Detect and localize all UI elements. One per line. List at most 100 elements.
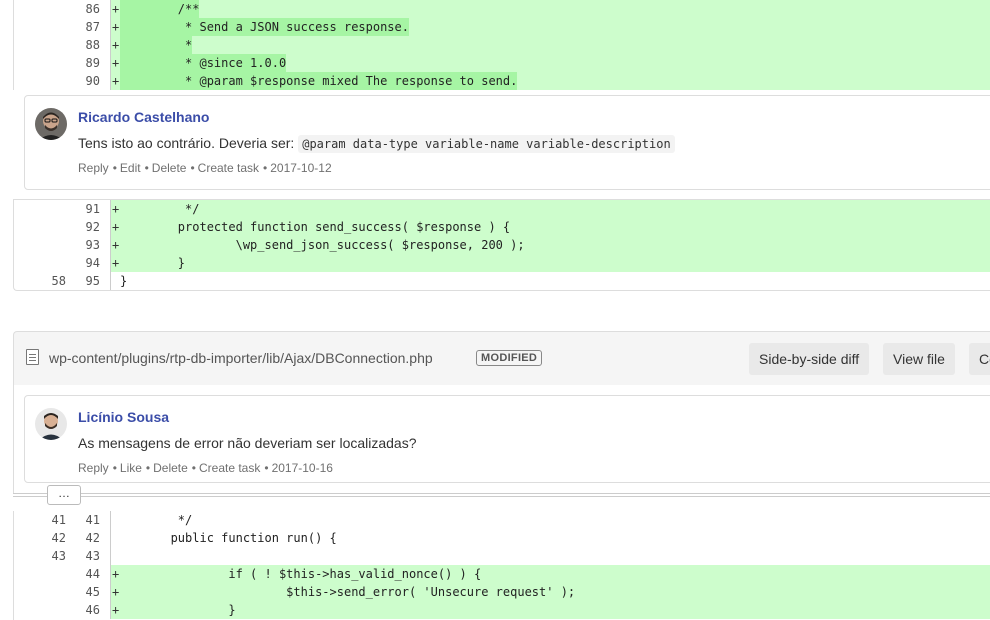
old-line-number[interactable]: 41: [14, 511, 66, 529]
diff-marker: +: [112, 56, 120, 70]
delete-link[interactable]: Delete: [153, 461, 188, 475]
diff-marker: +: [112, 238, 120, 252]
avatar: [35, 408, 67, 440]
gutter-divider: [110, 511, 111, 529]
diff-line: 44 + if ( ! $this->has_valid_nonce() ) {: [14, 565, 990, 583]
file-path[interactable]: wp-content/plugins/rtp-db-importer/lib/A…: [49, 350, 433, 366]
code-text: /**: [120, 0, 200, 18]
comment-date[interactable]: 2017-10-12: [270, 161, 331, 175]
gutter-divider: [110, 54, 111, 72]
modified-badge: MODIFIED: [476, 350, 543, 366]
comment-ricardo: Ricardo Castelhano Tens isto ao contrári…: [24, 95, 990, 190]
comment-body: Tens isto ao contrário. Deveria ser:: [78, 135, 299, 151]
added-line-background: [111, 254, 990, 272]
new-line-number[interactable]: 41: [66, 511, 100, 529]
view-file-button[interactable]: View file: [883, 343, 955, 375]
code-text: protected function send_success( $respon…: [120, 220, 511, 234]
diff-marker: +: [112, 603, 120, 617]
new-line-number[interactable]: 87: [66, 18, 100, 36]
diff-line: 42 42 public function run() {: [14, 529, 990, 547]
gutter-divider: [110, 254, 111, 272]
diff-marker: +: [112, 585, 120, 599]
diff-line: 58 95}: [14, 272, 990, 290]
diff-line: 93 + \wp_send_json_success( $response, 20…: [14, 236, 990, 254]
old-line-number[interactable]: 42: [14, 529, 66, 547]
diff-line: 45 + $this->send_error( 'Unsecure request…: [14, 583, 990, 601]
expand-lines-button[interactable]: …: [47, 485, 81, 505]
old-line-number[interactable]: 58: [14, 272, 66, 290]
new-line-number[interactable]: 45: [66, 583, 100, 601]
comment-text: As mensagens de error não deveriam ser l…: [78, 435, 417, 451]
comment-licinio: Licínio Sousa As mensagens de error não …: [24, 395, 990, 483]
new-line-number[interactable]: 89: [66, 54, 100, 72]
gutter-divider: [110, 0, 111, 18]
new-line-number[interactable]: 43: [66, 547, 100, 565]
comment-author[interactable]: Licínio Sousa: [78, 409, 169, 425]
added-line-background: [111, 36, 990, 54]
comment-text: Tens isto ao contrário. Deveria ser: @pa…: [78, 135, 675, 153]
diff-line: 92 + protected function send_success( $re…: [14, 218, 990, 236]
delete-link[interactable]: Delete: [152, 161, 187, 175]
new-line-number[interactable]: 90: [66, 72, 100, 90]
new-line-number[interactable]: 91: [66, 200, 100, 218]
diff-line: 89 + * @since 1.0.0: [14, 54, 990, 72]
new-line-number[interactable]: 44: [66, 565, 100, 583]
gutter-divider: [110, 200, 111, 218]
new-line-number[interactable]: 46: [66, 601, 100, 619]
code-text: */: [120, 513, 193, 527]
gutter-divider: [110, 72, 111, 90]
diff-line: 46 + }: [14, 601, 990, 619]
comment-actions: Reply • Edit • Delete • Create task • 2017-10-12: [78, 161, 332, 175]
gutter-divider: [110, 272, 111, 290]
comment-date[interactable]: 2017-10-16: [272, 461, 333, 475]
code-text: * @since 1.0.0: [120, 54, 287, 72]
more-button[interactable]: Co: [969, 343, 990, 375]
diff-marker: +: [112, 74, 120, 88]
code-text: }: [120, 274, 128, 288]
diff-marker: +: [112, 38, 120, 52]
new-line-number[interactable]: 88: [66, 36, 100, 54]
new-line-number[interactable]: 42: [66, 529, 100, 547]
diff-line: 87 + * Send a JSON success response.: [14, 18, 990, 36]
gutter-divider: [110, 547, 111, 565]
gutter-divider: [110, 218, 111, 236]
inline-code: @param data-type variable-name variable-…: [298, 135, 675, 153]
old-line-number[interactable]: 43: [14, 547, 66, 565]
diff-line: 41 41 */: [14, 511, 990, 529]
gutter-divider: [110, 601, 111, 619]
new-line-number[interactable]: 92: [66, 218, 100, 236]
code-text: * @param $response mixed The response to…: [120, 72, 518, 90]
code-text: public function run() {: [120, 531, 337, 545]
code-text: $this->send_error( 'Unsecure request' );: [120, 585, 576, 599]
diff-block-second: 41 41 */42 42 public function run() {43 43 4…: [13, 511, 990, 620]
new-line-number[interactable]: 93: [66, 236, 100, 254]
comment-author[interactable]: Ricardo Castelhano: [78, 109, 209, 125]
new-line-number[interactable]: 86: [66, 0, 100, 18]
diff-marker: +: [112, 202, 120, 216]
diff-line: 88 + *: [14, 36, 990, 54]
reply-link[interactable]: Reply: [78, 161, 109, 175]
diff-line: 90 + * @param $response mixed The respons…: [14, 72, 990, 90]
code-text: \wp_send_json_success( $response, 200 );: [120, 238, 525, 252]
code-text: * Send a JSON success response.: [120, 18, 409, 36]
diff-marker: +: [112, 220, 120, 234]
diff-block-top: 86 + /** 87 + * Send a JSON success respons…: [13, 0, 990, 90]
diff-marker: +: [112, 256, 120, 270]
create-task-link[interactable]: Create task: [199, 461, 260, 475]
code-text: }: [120, 603, 236, 617]
new-line-number[interactable]: 95: [66, 272, 100, 290]
code-text: *: [120, 36, 193, 54]
reply-link[interactable]: Reply: [78, 461, 109, 475]
edit-link[interactable]: Edit: [120, 161, 141, 175]
code-text: }: [120, 256, 186, 270]
diff-marker: +: [112, 2, 120, 16]
gutter-divider: [110, 236, 111, 254]
added-line-background: [111, 0, 990, 18]
avatar: [35, 108, 67, 140]
file-header: wp-content/plugins/rtp-db-importer/lib/A…: [13, 331, 990, 386]
create-task-link[interactable]: Create task: [198, 161, 259, 175]
like-link[interactable]: Like: [120, 461, 142, 475]
side-by-side-diff-button[interactable]: Side-by-side diff: [749, 343, 870, 375]
gutter-divider: [110, 583, 111, 601]
new-line-number[interactable]: 94: [66, 254, 100, 272]
